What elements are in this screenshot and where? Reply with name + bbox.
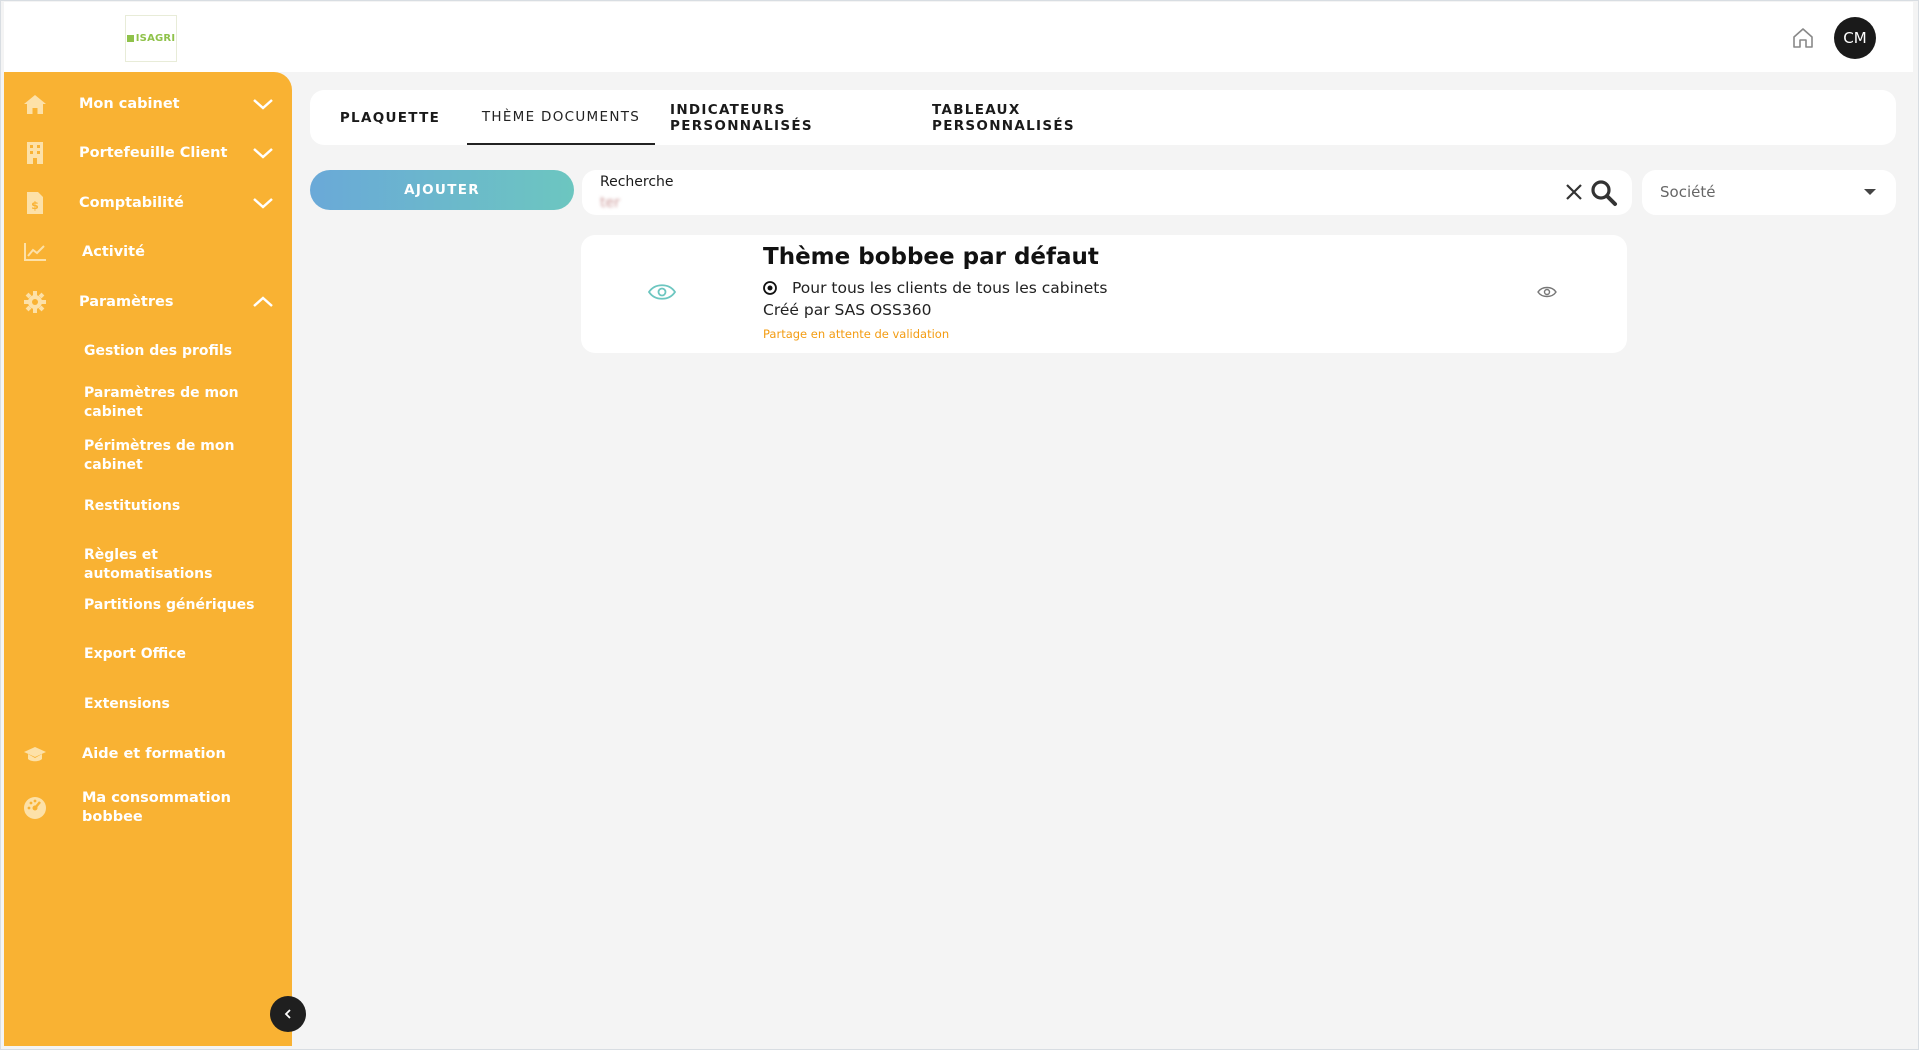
- tab-plaquette[interactable]: PLAQUETTE: [330, 90, 450, 145]
- sidebar-item-mon-cabinet[interactable]: Mon cabinet: [4, 82, 292, 126]
- sidebar-subitem-gestion-des-profils[interactable]: Gestion des profils: [84, 342, 284, 361]
- search-input[interactable]: [600, 194, 820, 212]
- search-label: Recherche: [600, 174, 674, 190]
- client-logo-area: ISAGRI: [4, 2, 292, 72]
- sidebar-item-activite[interactable]: Activité: [4, 230, 292, 274]
- sidebar: Mon cabinet Portefeuille Client $ Compta…: [4, 72, 292, 1046]
- theme-card[interactable]: Thème bobbee par défaut Pour tous les cl…: [581, 235, 1627, 353]
- company-select[interactable]: Société: [1642, 170, 1896, 215]
- sidebar-subitem-partitions-generiques[interactable]: Partitions génériques: [84, 596, 284, 615]
- sidebar-item-label: Mon cabinet: [79, 96, 180, 112]
- isagri-logo-mark: [126, 35, 134, 42]
- graduation-cap-icon: [22, 741, 48, 767]
- sidebar-item-label: Portefeuille Client: [79, 145, 228, 161]
- eye-icon[interactable]: [647, 282, 677, 302]
- sidebar-item-comptabilite[interactable]: $ Comptabilité: [4, 181, 292, 225]
- sidebar-item-ma-consommation[interactable]: Ma consommation bobbee: [4, 784, 292, 832]
- sidebar-item-portefeuille-client[interactable]: Portefeuille Client: [4, 131, 292, 175]
- add-button[interactable]: AJOUTER: [310, 170, 574, 210]
- tab-tableaux-personnalises[interactable]: TABLEAUX PERSONNALISÉS: [932, 90, 1158, 145]
- sidebar-item-label: Ma consommation bobbee: [82, 790, 231, 825]
- sidebar-subitem-regles-automatisations[interactable]: Règles et automatisations: [84, 546, 284, 584]
- top-header: [292, 2, 1913, 72]
- tab-theme-documents[interactable]: THÈME DOCUMENTS: [467, 90, 655, 145]
- tab-indicateurs-personnalises[interactable]: INDICATEURS PERSONNALISÉS: [670, 90, 920, 145]
- gear-icon: [22, 289, 48, 315]
- close-icon[interactable]: [1564, 182, 1584, 202]
- home-icon[interactable]: [1790, 25, 1816, 51]
- chevron-up-icon: [253, 296, 273, 307]
- building-icon: [22, 140, 48, 166]
- theme-title: Thème bobbee par défaut: [763, 244, 1099, 270]
- theme-creator: Créé par SAS OSS360: [763, 301, 932, 319]
- sidebar-item-parametres[interactable]: Paramètres: [4, 280, 292, 324]
- sidebar-item-label: Comptabilité: [79, 195, 184, 211]
- company-select-placeholder: Société: [1660, 183, 1716, 201]
- gauge-icon: [22, 795, 48, 821]
- theme-scope: Pour tous les clients de tous les cabine…: [763, 279, 1107, 297]
- svg-text:$: $: [31, 199, 39, 212]
- sidebar-subitem-parametres-cabinet[interactable]: Paramètres de mon cabinet: [84, 384, 284, 422]
- sidebar-subitem-restitutions[interactable]: Restitutions: [84, 497, 284, 516]
- theme-status: Partage en attente de validation: [763, 327, 950, 341]
- chart-line-icon: [22, 239, 48, 265]
- user-avatar[interactable]: CM: [1834, 17, 1876, 59]
- chevron-down-icon: [253, 148, 273, 159]
- home-icon: [22, 91, 48, 117]
- sidebar-item-label: Paramètres: [79, 294, 174, 310]
- collapse-sidebar-button[interactable]: [270, 996, 306, 1032]
- sidebar-item-label: Aide et formation: [82, 746, 226, 762]
- target-icon: [763, 281, 777, 295]
- search-field: Recherche: [582, 170, 1632, 215]
- sidebar-item-aide-formation[interactable]: Aide et formation: [4, 732, 292, 776]
- isagri-logo-text: ISAGRI: [135, 33, 176, 44]
- sidebar-subitem-extensions[interactable]: Extensions: [84, 695, 284, 714]
- sidebar-subitem-perimetres-cabinet[interactable]: Périmètres de mon cabinet: [84, 437, 284, 475]
- chevron-down-icon: [253, 99, 273, 110]
- sidebar-subitem-export-office[interactable]: Export Office: [84, 645, 284, 664]
- theme-scope-text: Pour tous les clients de tous les cabine…: [792, 279, 1108, 297]
- caret-down-icon: [1864, 189, 1876, 195]
- eye-icon[interactable]: [1537, 285, 1557, 299]
- tabs-bar: PLAQUETTE THÈME DOCUMENTS INDICATEURS PE…: [310, 90, 1896, 145]
- isagri-logo: ISAGRI: [125, 15, 177, 62]
- chevron-left-icon: [284, 1009, 291, 1019]
- chevron-down-icon: [253, 198, 273, 209]
- accounting-file-icon: $: [22, 190, 48, 216]
- search-icon[interactable]: [1590, 179, 1618, 207]
- sidebar-item-label: Activité: [82, 244, 145, 260]
